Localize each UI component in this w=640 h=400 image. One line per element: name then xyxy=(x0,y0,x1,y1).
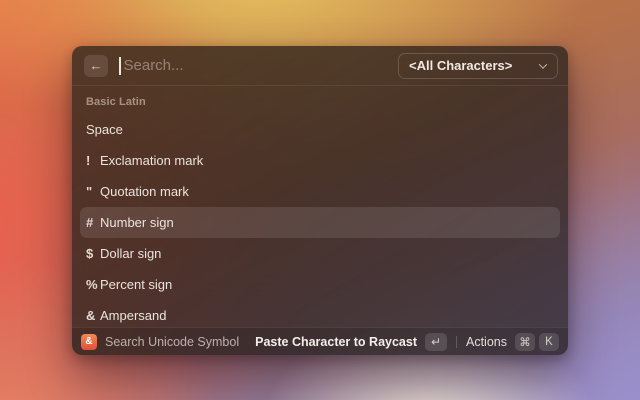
return-key-icon: ↵ xyxy=(425,333,447,351)
action-bar: & Search Unicode Symbol Paste Character … xyxy=(72,327,568,355)
list-item[interactable]: &Ampersand xyxy=(80,300,560,327)
chevron-down-icon xyxy=(539,60,547,68)
symbol-label: Quotation mark xyxy=(100,184,189,199)
actions-button[interactable]: Actions xyxy=(466,335,507,349)
symbol-glyph: % xyxy=(86,277,94,292)
extension-name: Search Unicode Symbol xyxy=(105,335,239,349)
divider xyxy=(456,336,457,348)
symbol-glyph: ! xyxy=(86,153,94,168)
symbol-glyph: # xyxy=(86,215,94,230)
symbol-label: Number sign xyxy=(100,215,174,230)
symbol-glyph: " xyxy=(86,184,94,199)
footer-actions: Paste Character to Raycast ↵ Actions ⌘ K xyxy=(255,333,559,351)
text-cursor xyxy=(119,57,121,75)
list-item[interactable]: $ Dollar sign xyxy=(80,238,560,269)
list-item[interactable]: % Percent sign xyxy=(80,269,560,300)
character-set-dropdown[interactable]: <All Characters> xyxy=(398,53,558,79)
symbol-rows: Space! Exclamation mark " Quotation mark # Nu… xyxy=(80,114,560,327)
list-item[interactable]: Space xyxy=(80,114,560,145)
list-item[interactable]: ! Exclamation mark xyxy=(80,145,560,176)
back-arrow-icon: ← xyxy=(90,58,103,73)
symbol-glyph: $ xyxy=(86,246,94,261)
search-input[interactable] xyxy=(124,57,399,74)
desktop-wallpaper: { "window": { "search": { "placeholder":… xyxy=(0,0,640,400)
ampersand-glyph: & xyxy=(85,336,92,347)
symbol-label: Percent sign xyxy=(100,277,172,292)
extension-icon: & xyxy=(81,334,97,350)
search-header: ← <All Characters> xyxy=(72,46,568,86)
list-item[interactable]: # Number sign xyxy=(80,207,560,238)
section-header: Basic Latin xyxy=(80,88,560,114)
symbol-label: Ampersand xyxy=(100,308,166,323)
symbol-label: Dollar sign xyxy=(100,246,161,261)
dropdown-value: <All Characters> xyxy=(409,58,512,73)
raycast-window: ← <All Characters> Basic Latin Space! Exc… xyxy=(72,46,568,355)
list-item[interactable]: " Quotation mark xyxy=(80,176,560,207)
symbol-list: Basic Latin Space! Exclamation mark " Quota… xyxy=(72,86,568,327)
primary-action-button[interactable]: Paste Character to Raycast xyxy=(255,335,417,349)
back-button[interactable]: ← xyxy=(84,55,108,77)
symbol-label: Exclamation mark xyxy=(100,153,203,168)
symbol-glyph: & xyxy=(86,308,94,323)
command-key-icon: ⌘ xyxy=(515,333,535,351)
k-key-icon: K xyxy=(539,333,559,351)
symbol-label: Space xyxy=(86,122,123,137)
